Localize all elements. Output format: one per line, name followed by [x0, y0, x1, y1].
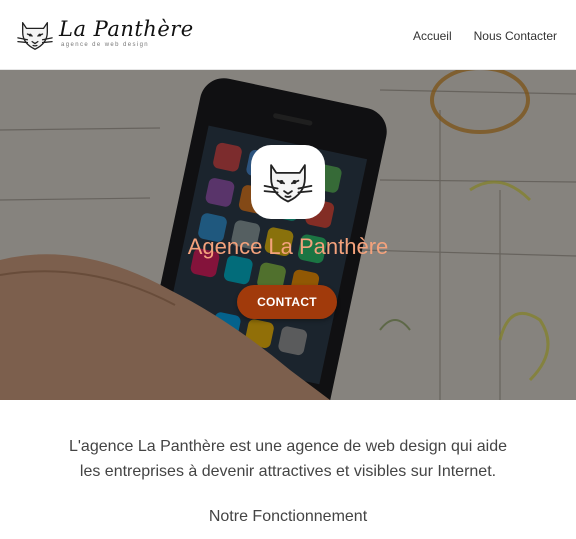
hero-title: Agence La Panthère — [187, 234, 389, 259]
logo-wordmark: La Panthère agence de web design — [59, 17, 193, 53]
brand-name: La Panthère — [59, 17, 194, 41]
hero-logo-badge — [251, 145, 325, 219]
site-header: La Panthère agence de web design Accueil… — [0, 0, 576, 70]
panther-head-icon — [263, 164, 313, 203]
intro-line: les entreprises à devenir attractives et… — [79, 463, 497, 480]
main-nav: Accueil Nous Contacter — [413, 29, 557, 43]
intro-paragraph: L'agence La Panthère est une agence de w… — [0, 434, 576, 484]
intro-line: L'agence La Panthère est une agence de w… — [68, 438, 508, 455]
section-title: Notre Fonctionnement — [208, 508, 368, 525]
contact-button[interactable]: CONTACT — [237, 285, 337, 319]
site-logo[interactable]: La Panthère agence de web design — [16, 17, 193, 53]
nav-link-accueil[interactable]: Accueil — [413, 29, 452, 43]
brand-tagline: agence de web design — [61, 42, 150, 48]
nav-link-nous-contacter[interactable]: Nous Contacter — [474, 29, 557, 43]
hero-banner: Agence La Panthère CONTACT — [0, 70, 576, 400]
panther-head-icon — [17, 22, 53, 50]
